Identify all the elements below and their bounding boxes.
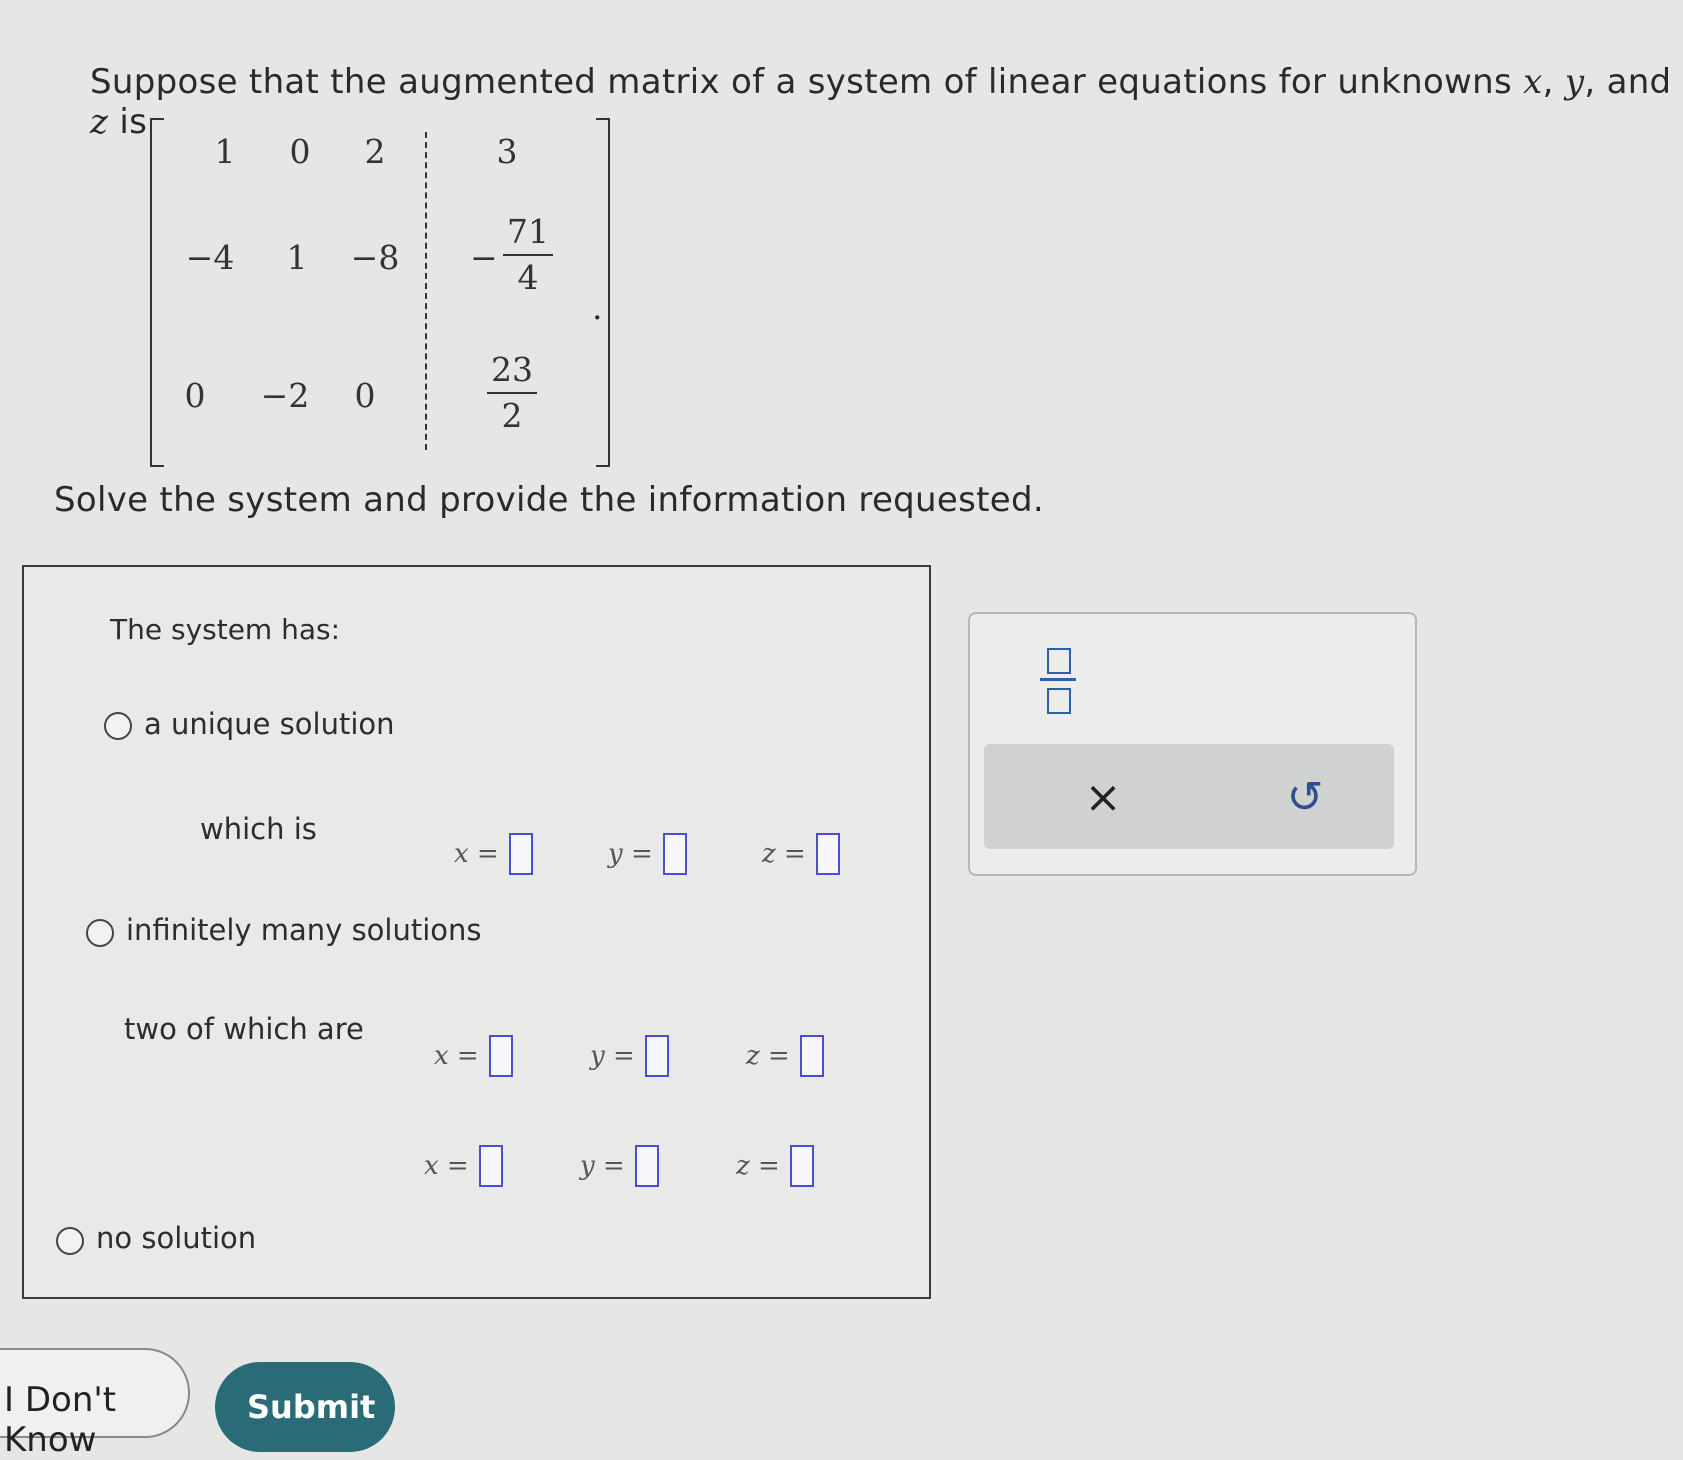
matrix-cell: 1 — [286, 238, 308, 277]
augmented-matrix: 1 0 2 3 −4 1 −8 − 71 4 0 −2 0 23 2 — [150, 118, 610, 467]
panel-heading: The system has: — [110, 613, 341, 646]
augment-separator — [425, 132, 427, 450]
unique-sub-label: which is — [200, 812, 317, 846]
radio-infinitely-many[interactable] — [86, 919, 114, 947]
sol2-x-field: x = — [424, 1145, 503, 1187]
matrix-period: . — [592, 288, 603, 327]
matrix-cell: 0 — [184, 376, 206, 415]
radio-unique-solution[interactable] — [104, 712, 132, 740]
fraction-template-button[interactable] — [1038, 644, 1078, 714]
sol1-y-input[interactable] — [644, 1035, 669, 1077]
answer-panel: The system has: a unique solution which … — [22, 565, 931, 1299]
sol1-z-input[interactable] — [799, 1035, 824, 1077]
option-unique-label: a unique solution — [144, 707, 395, 741]
unique-y-field: y = — [608, 833, 687, 875]
unique-y-input[interactable] — [662, 833, 687, 875]
instruction-text: Solve the system and provide the informa… — [54, 480, 1044, 520]
sol1-y-field: y = — [590, 1035, 669, 1077]
infinite-sub-label: two of which are — [124, 1012, 364, 1046]
matrix-cell: −4 — [185, 238, 235, 277]
unique-x-field: x = — [454, 833, 533, 875]
sol2-z-input[interactable] — [789, 1145, 814, 1187]
sol2-y-field: y = — [580, 1145, 659, 1187]
toolbar-actions: × ↺ — [984, 744, 1394, 849]
clear-button[interactable]: × — [1068, 762, 1138, 832]
variable-x: x — [1523, 62, 1543, 102]
matrix-fraction: 71 4 — [488, 212, 568, 298]
math-toolbar-panel: × ↺ — [968, 612, 1417, 876]
matrix-cell: −2 — [260, 376, 310, 415]
submit-button[interactable]: Submit — [215, 1362, 395, 1452]
variable-y: y — [1564, 62, 1585, 102]
sol1-z-field: z = — [746, 1035, 824, 1077]
close-icon: × — [1084, 771, 1122, 823]
sol1-x-field: x = — [434, 1035, 513, 1077]
matrix-fraction: 23 2 — [472, 350, 552, 436]
sol2-y-input[interactable] — [634, 1145, 659, 1187]
fraction-numerator-icon — [1047, 648, 1071, 674]
dont-know-button[interactable]: I Don't Know — [0, 1348, 190, 1460]
undo-button[interactable]: ↺ — [1270, 762, 1340, 832]
radio-no-solution[interactable] — [56, 1227, 84, 1255]
matrix-cell: 0 — [354, 376, 376, 415]
sol1-x-input[interactable] — [488, 1035, 513, 1077]
fraction-denominator-icon — [1047, 688, 1071, 714]
matrix-cell: 3 — [496, 132, 518, 171]
sol2-x-input[interactable] — [478, 1145, 503, 1187]
unique-z-input[interactable] — [815, 833, 840, 875]
option-none-label: no solution — [96, 1221, 257, 1255]
sol2-z-field: z = — [736, 1145, 814, 1187]
unique-x-input[interactable] — [508, 833, 533, 875]
undo-icon: ↺ — [1286, 771, 1324, 823]
matrix-cell: −8 — [350, 238, 400, 277]
matrix-cell: 2 — [364, 132, 386, 171]
matrix-cell: 0 — [289, 132, 311, 171]
matrix-cell: 1 — [214, 132, 236, 171]
unique-z-field: z = — [762, 833, 840, 875]
option-infinite-label: infinitely many solutions — [126, 913, 482, 947]
variable-z: z — [90, 102, 109, 142]
